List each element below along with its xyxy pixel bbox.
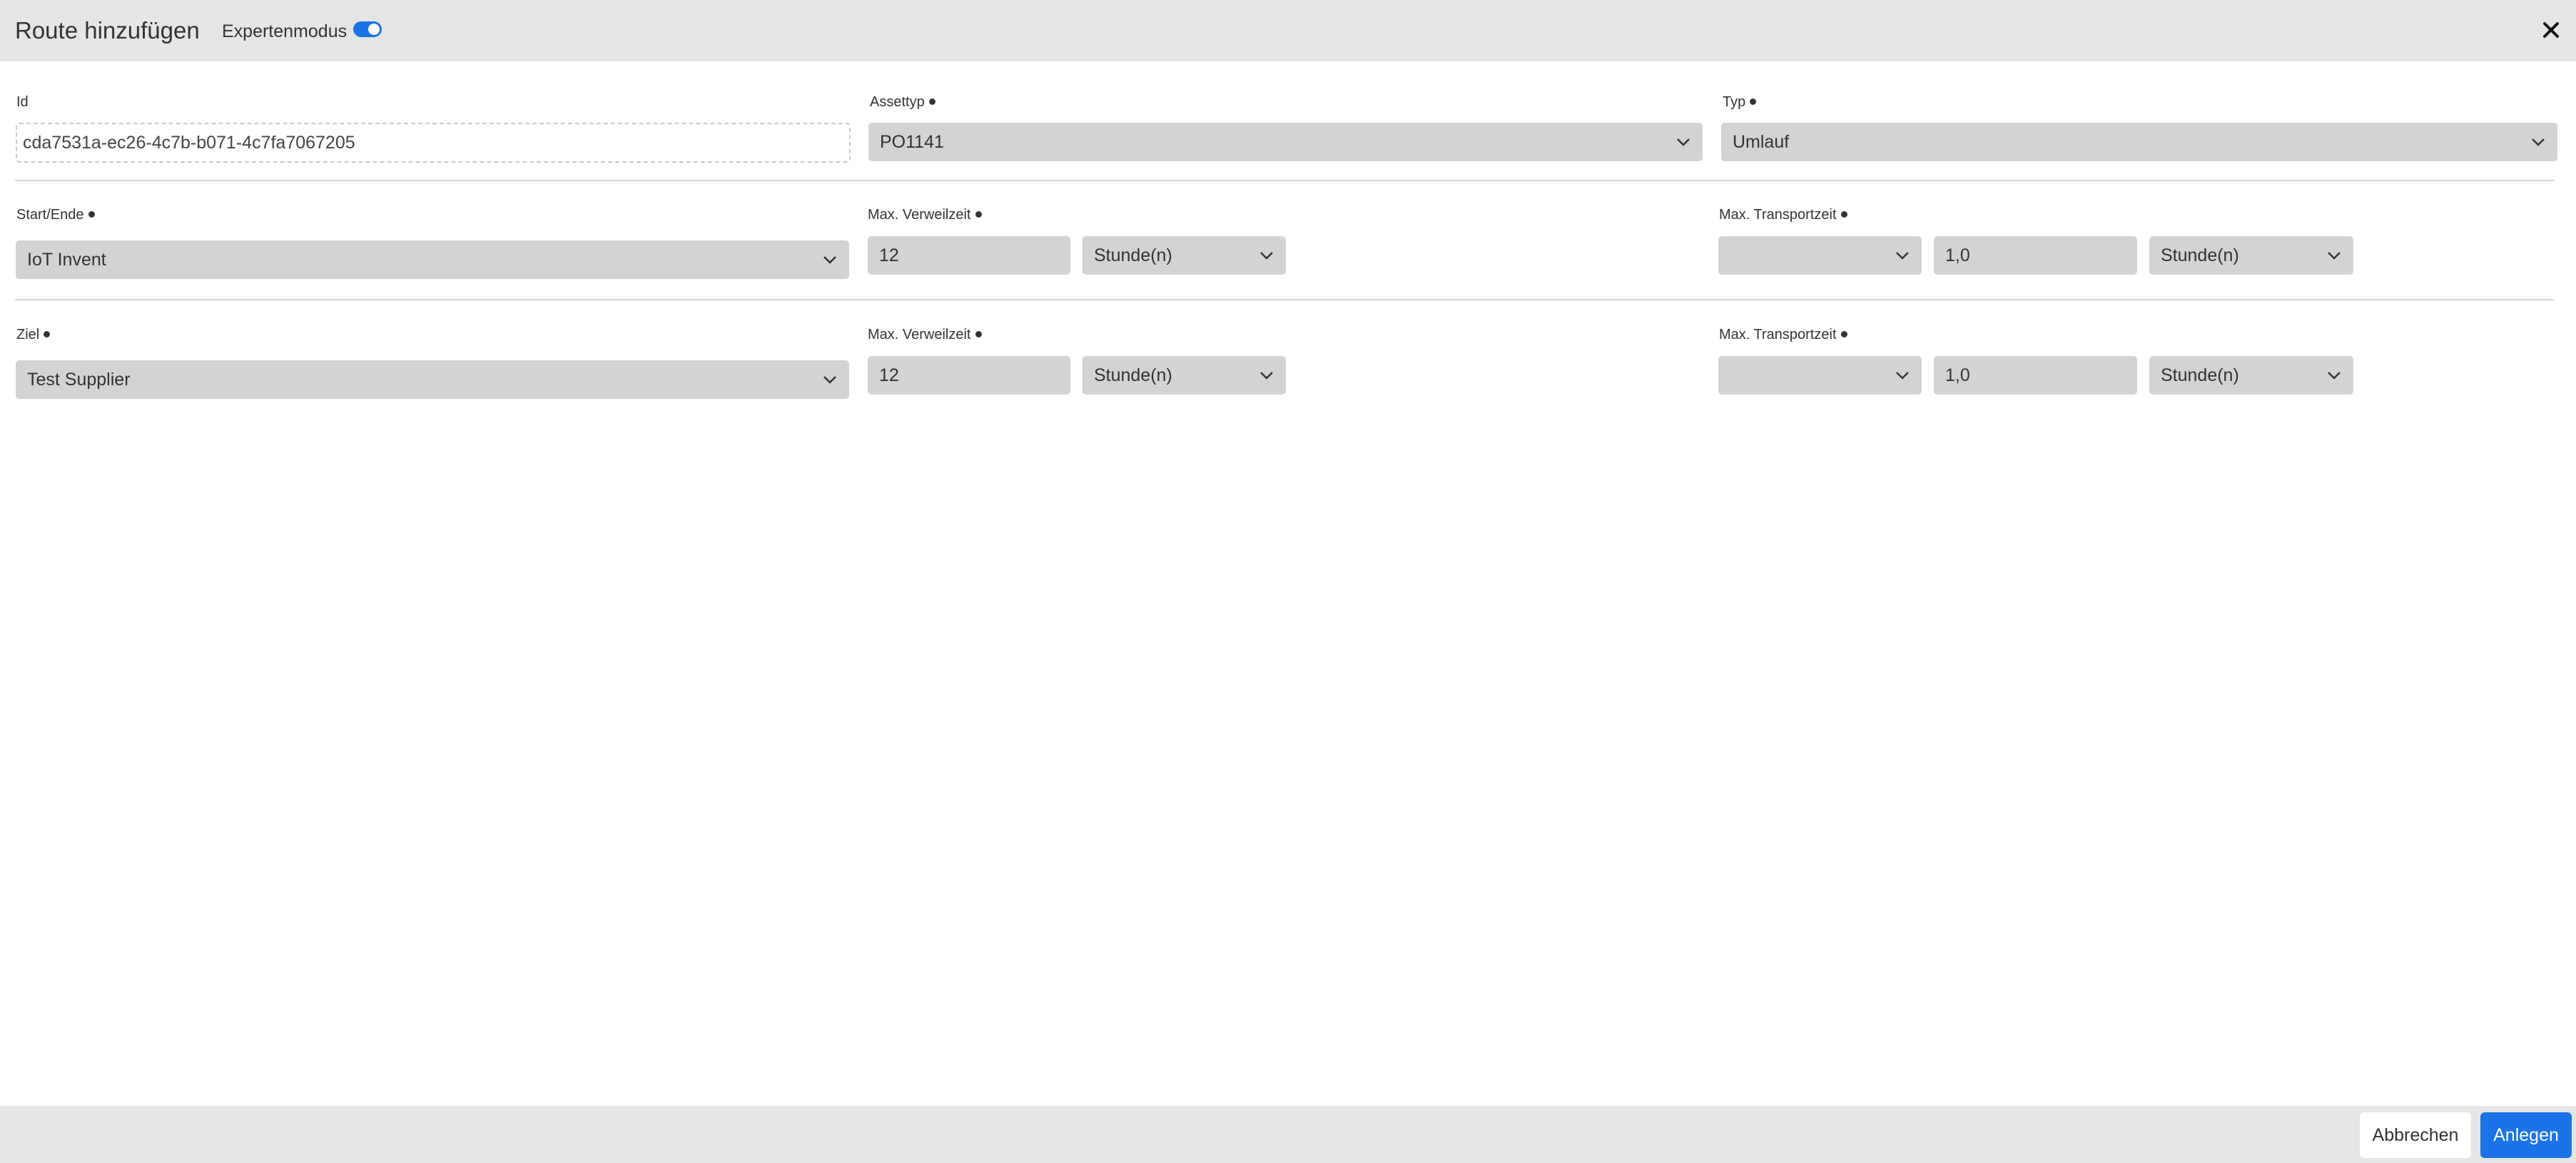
chevron-down-icon — [1677, 138, 1690, 146]
transport-time-input[interactable]: 1,0 — [1934, 356, 2137, 395]
typ-label: Typ — [1723, 93, 1757, 111]
chevron-down-icon — [823, 256, 836, 264]
dialog-header: Route hinzufügen Expertenmodus — [0, 0, 2576, 61]
id-field[interactable]: cda7531a-ec26-4c7b-b071-4c7fa7067205 — [16, 123, 851, 163]
dwell-time-label: Max. Verweilzeit — [868, 205, 982, 224]
transport-time-value: 1,0 — [1945, 245, 1970, 265]
required-dot-icon — [975, 331, 982, 337]
transport-mode-select[interactable] — [1718, 236, 1922, 275]
transport-unit-value: Stunde(n) — [2161, 245, 2239, 265]
chevron-down-icon — [2532, 138, 2545, 146]
chevron-down-icon — [1896, 372, 1909, 380]
create-button[interactable]: Anlegen — [2480, 1112, 2572, 1158]
transport-mode-select[interactable] — [1718, 356, 1922, 395]
dwell-unit-value: Stunde(n) — [1094, 245, 1172, 265]
chevron-down-icon — [2328, 372, 2341, 380]
typ-select[interactable]: Umlauf — [1721, 123, 2557, 161]
transport-time-label: Max. Transportzeit — [1719, 325, 1847, 344]
transport-time-label: Max. Transportzeit — [1719, 205, 1847, 224]
start-end-value: IoT Invent — [27, 250, 106, 270]
target-value: Test Supplier — [27, 370, 131, 390]
required-dot-icon — [1840, 331, 1847, 337]
transport-unit-select[interactable]: Stunde(n) — [2149, 356, 2353, 395]
close-icon[interactable] — [2537, 14, 2565, 44]
dwell-unit-select[interactable]: Stunde(n) — [1082, 236, 1286, 275]
required-dot-icon — [1750, 98, 1757, 105]
target-select[interactable]: Test Supplier — [16, 360, 849, 399]
dwell-time-label: Max. Verweilzeit — [868, 325, 982, 344]
required-dot-icon — [1840, 211, 1847, 218]
dwell-time-input[interactable]: 12 — [868, 356, 1070, 395]
transport-unit-value: Stunde(n) — [2161, 365, 2239, 385]
toggle-knob — [368, 24, 380, 35]
dwell-unit-value: Stunde(n) — [1094, 365, 1172, 385]
required-dot-icon — [88, 211, 95, 218]
dwell-time-value: 12 — [879, 245, 899, 265]
required-dot-icon — [928, 98, 935, 105]
required-dot-icon — [44, 331, 51, 337]
row-divider — [15, 299, 2555, 300]
start-end-select[interactable]: IoT Invent — [16, 240, 849, 279]
dialog-title: Route hinzufügen — [15, 17, 200, 44]
chevron-down-icon — [1260, 252, 1273, 260]
chevron-down-icon — [1260, 372, 1273, 380]
assettyp-select[interactable]: PO1141 — [868, 123, 1703, 161]
cancel-button[interactable]: Abbrechen — [2360, 1112, 2471, 1158]
assettyp-value: PO1141 — [880, 132, 944, 152]
id-value: cda7531a-ec26-4c7b-b071-4c7fa7067205 — [23, 133, 355, 153]
transport-time-input[interactable]: 1,0 — [1934, 236, 2137, 275]
dwell-time-input[interactable]: 12 — [868, 236, 1070, 275]
expert-mode-label: Expertenmodus — [222, 21, 348, 41]
dialog-footer — [0, 1106, 2576, 1163]
transport-unit-select[interactable]: Stunde(n) — [2149, 236, 2353, 275]
chevron-down-icon — [1896, 252, 1909, 260]
assettyp-label: Assettyp — [870, 93, 935, 111]
transport-time-value: 1,0 — [1945, 365, 1970, 385]
expert-mode-toggle[interactable] — [353, 21, 382, 37]
typ-value: Umlauf — [1733, 132, 1790, 152]
target-label: Ziel — [16, 325, 51, 344]
dwell-unit-select[interactable]: Stunde(n) — [1082, 356, 1286, 395]
start-end-label: Start/Ende — [16, 205, 95, 224]
required-dot-icon — [975, 211, 982, 218]
row-divider — [15, 180, 2555, 181]
id-label: Id — [16, 94, 29, 110]
chevron-down-icon — [2328, 252, 2341, 260]
chevron-down-icon — [823, 376, 836, 384]
dwell-time-value: 12 — [879, 365, 899, 385]
